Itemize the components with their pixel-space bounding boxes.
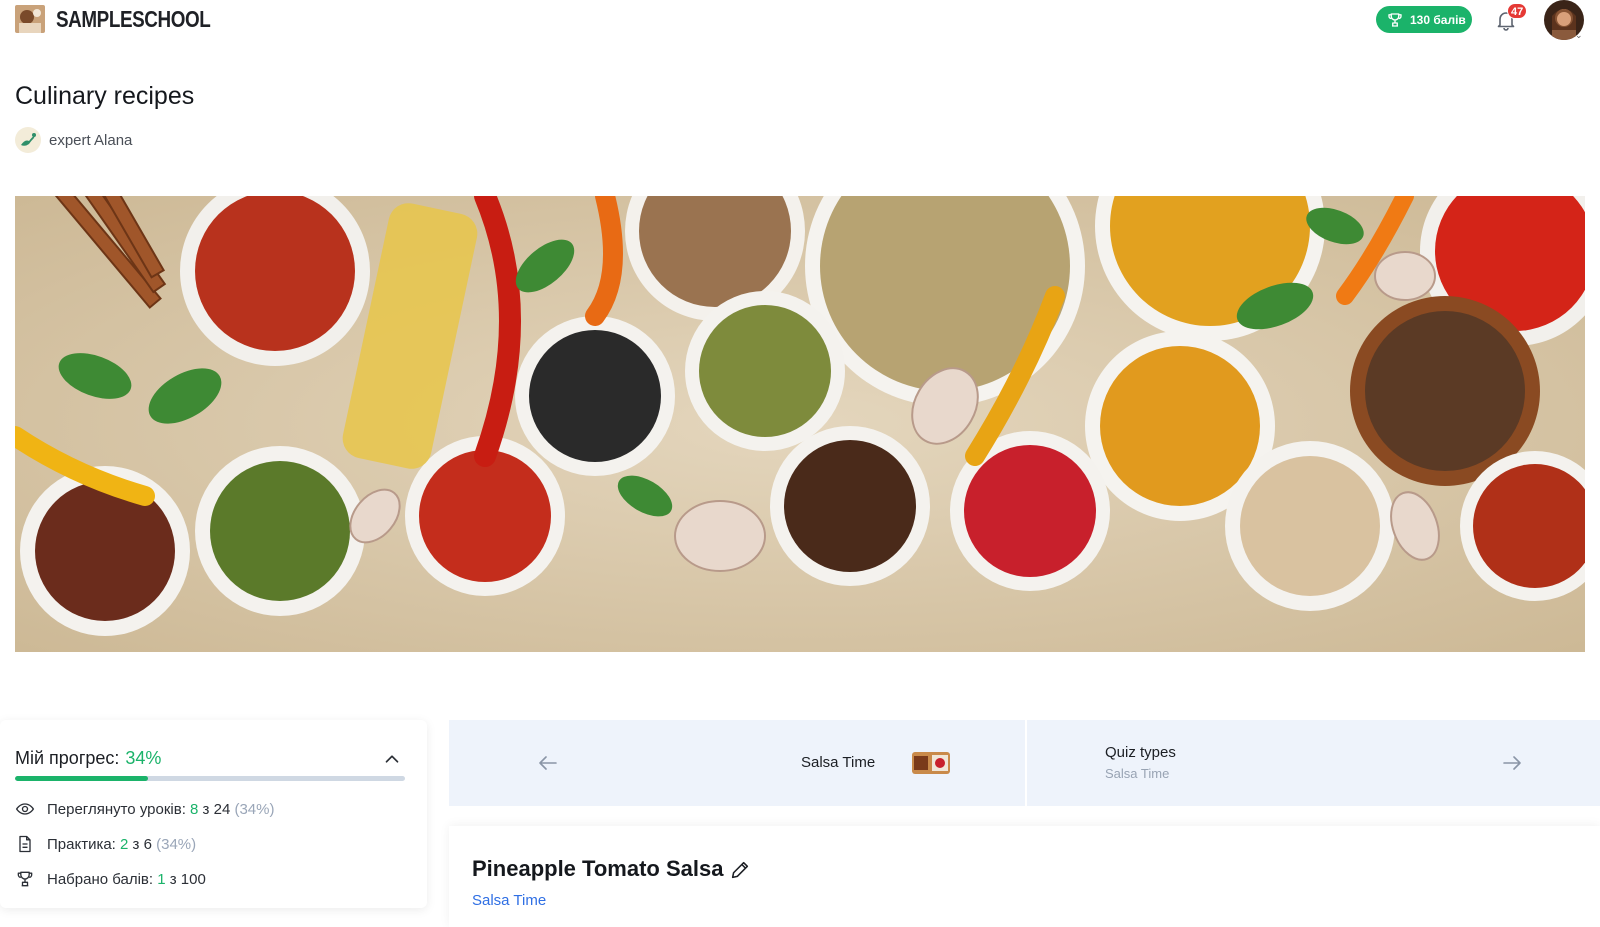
author-name: expert Alana bbox=[49, 131, 133, 149]
edit-lesson-button[interactable] bbox=[729, 859, 751, 881]
previous-lesson-title[interactable]: Salsa Time bbox=[801, 754, 875, 771]
next-lesson-chapter: Salsa Time bbox=[1105, 766, 1170, 781]
stat-points-total: 100 bbox=[180, 870, 206, 888]
next-lesson-button[interactable] bbox=[1499, 750, 1525, 776]
stat-practice-pct: (34%) bbox=[151, 835, 197, 853]
stat-practice: Практика: 2 з 6 (34%) bbox=[15, 833, 196, 855]
lesson-title: Pineapple Tomato Salsa bbox=[472, 856, 724, 881]
stat-practice-label: Практика: bbox=[47, 835, 116, 853]
course-author[interactable]: expert Alana bbox=[15, 126, 132, 154]
logo-image[interactable] bbox=[15, 5, 45, 33]
trophy-icon bbox=[17, 871, 33, 887]
progress-percent: 34% bbox=[125, 748, 162, 768]
chevron-down-icon[interactable]: ⌄ bbox=[1575, 30, 1585, 40]
chevron-up-icon bbox=[385, 755, 399, 763]
stat-points: Набрано балів: 1 з 100 bbox=[15, 868, 206, 890]
points-badge[interactable]: 130 балів bbox=[1376, 6, 1472, 33]
lesson-card: Pineapple Tomato Salsa Salsa Time bbox=[449, 826, 1600, 927]
progress-title: Мій прогрес: 34% bbox=[15, 748, 161, 769]
top-bar: SAMPLESCHOOL 130 балів 47 ⌄ bbox=[0, 0, 1600, 44]
stat-lessons-pct: (34%) bbox=[230, 800, 275, 818]
progress-bar bbox=[15, 776, 405, 781]
progress-bar-fill bbox=[15, 776, 148, 781]
progress-title-label: Мій прогрес: bbox=[15, 748, 120, 768]
points-label: 130 балів bbox=[1410, 12, 1466, 27]
previous-lesson-thumbnail[interactable] bbox=[912, 752, 950, 774]
notifications-button[interactable]: 47 bbox=[1494, 3, 1528, 34]
collapse-progress-button[interactable] bbox=[381, 748, 403, 770]
next-lesson-title[interactable]: Quiz types bbox=[1105, 744, 1176, 761]
document-icon bbox=[19, 835, 31, 853]
page-title: Culinary recipes bbox=[15, 82, 195, 110]
stat-practice-sep: з bbox=[128, 835, 144, 853]
lesson-chapter-link[interactable]: Salsa Time bbox=[472, 892, 546, 909]
lesson-navigation: Salsa Time Quiz types Salsa Time bbox=[449, 720, 1600, 806]
brand-name[interactable]: SAMPLESCHOOL bbox=[56, 6, 211, 33]
stat-points-done: 1 bbox=[157, 870, 166, 888]
arrow-left-icon bbox=[539, 756, 557, 770]
previous-lesson-button[interactable] bbox=[535, 750, 561, 776]
notifications-count-badge: 47 bbox=[1507, 3, 1528, 19]
progress-card: Мій прогрес: 34% Переглянуто уроків: 8 з … bbox=[0, 720, 427, 908]
eye-icon bbox=[15, 803, 35, 815]
stat-points-label: Набрано балів: bbox=[47, 870, 154, 888]
stat-practice-total: 6 bbox=[143, 835, 152, 853]
pencil-icon bbox=[731, 861, 749, 879]
stat-lessons-label: Переглянуто уроків: bbox=[47, 800, 186, 818]
stat-lessons-sep: з bbox=[198, 800, 214, 818]
author-avatar bbox=[15, 127, 41, 153]
nav-divider bbox=[1025, 720, 1027, 806]
arrow-right-icon bbox=[1503, 756, 1521, 770]
course-banner-image bbox=[15, 196, 1585, 652]
stat-lessons-viewed: Переглянуто уроків: 8 з 24 (34%) bbox=[15, 798, 274, 820]
stat-points-sep: з bbox=[165, 870, 181, 888]
trophy-icon bbox=[1388, 12, 1402, 27]
stat-lessons-total: 24 bbox=[213, 800, 231, 818]
